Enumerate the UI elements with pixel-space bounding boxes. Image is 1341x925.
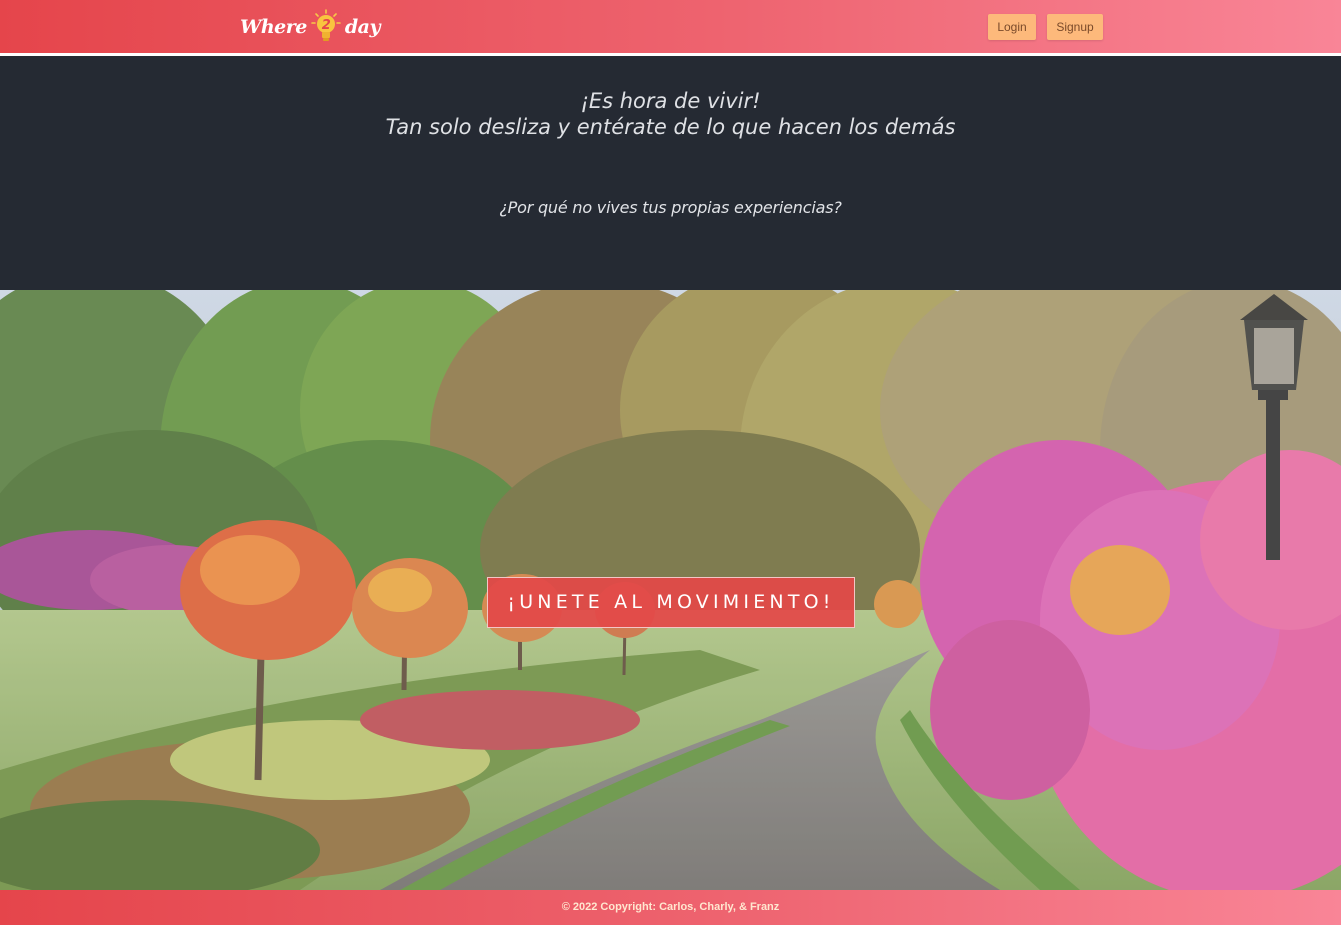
brand-name-left: Where [240, 16, 307, 38]
hero-park-image: ¡UNETE AL MOVIMIENTO! [0, 290, 1341, 890]
brand-logo[interactable]: Where 2 day [240, 9, 380, 45]
lightbulb-icon: 2 [311, 9, 341, 45]
intro-headline: ¡Es hora de vivir! [580, 89, 761, 113]
intro-subheadline: Tan solo desliza y entérate de lo que ha… [385, 115, 956, 139]
join-movement-button[interactable]: ¡UNETE AL MOVIMIENTO! [487, 577, 855, 628]
login-button[interactable]: Login [988, 14, 1036, 40]
footer-copyright: © 2022 Copyright: Carlos, Charly, & Fran… [561, 901, 780, 913]
navbar: Where 2 day Login Signup [0, 0, 1341, 53]
footer: © 2022 Copyright: Carlos, Charly, & Fran… [0, 890, 1341, 925]
intro-question: ¿Por qué no vives tus propias experienci… [499, 198, 842, 217]
brand-digit: 2 [322, 18, 331, 33]
brand-name-right: day [344, 16, 381, 38]
signup-button[interactable]: Signup [1047, 14, 1103, 40]
intro-section: ¡Es hora de vivir! Tan solo desliza y en… [0, 56, 1341, 290]
